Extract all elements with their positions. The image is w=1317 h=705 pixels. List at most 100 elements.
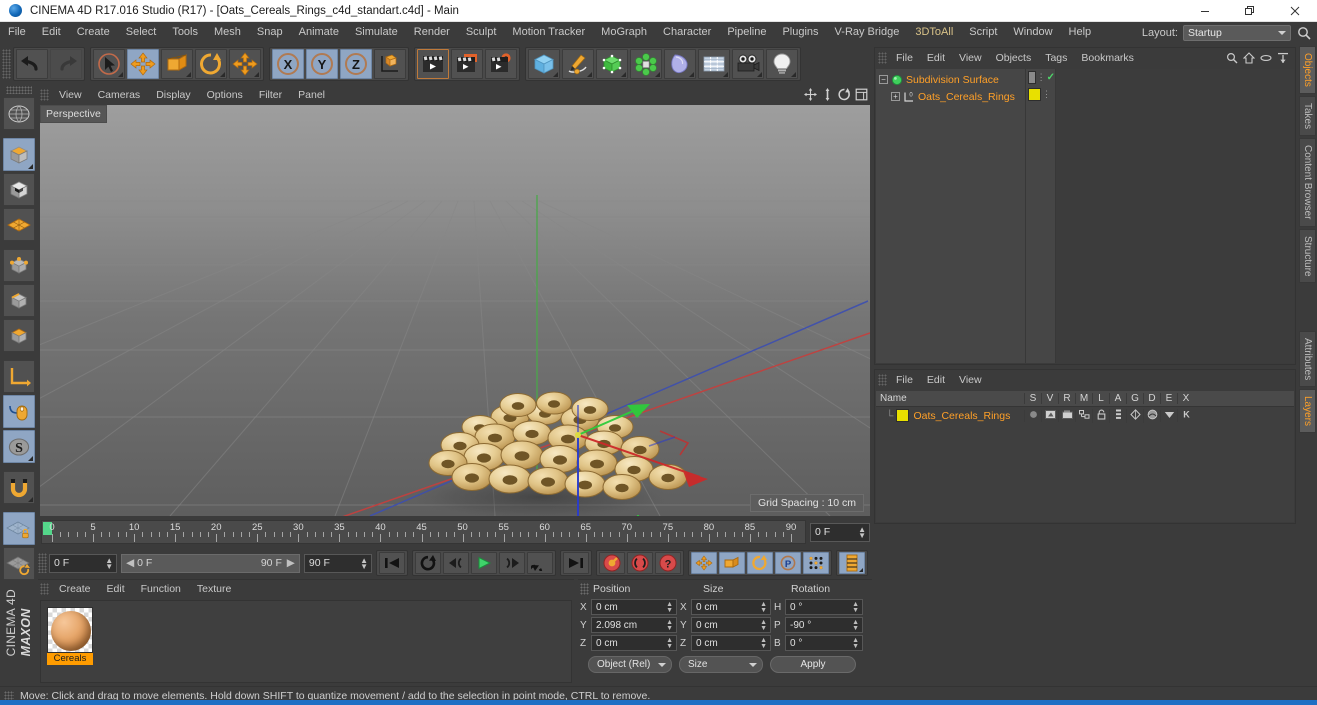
layer-visible-cell[interactable] xyxy=(1041,409,1058,422)
spinner-icon[interactable]: ▲ ▼ xyxy=(666,637,673,650)
menu-vray-bridge[interactable]: V-Ray Bridge xyxy=(827,22,908,43)
position-y-field[interactable]: 2.098 cm ▲ ▼ xyxy=(591,617,677,633)
menu-mesh[interactable]: Mesh xyxy=(206,22,249,43)
spinner-icon[interactable]: ▲ ▼ xyxy=(852,637,859,650)
menu-sculpt[interactable]: Sculpt xyxy=(458,22,505,43)
edge-mode-icon[interactable] xyxy=(3,284,35,317)
object-tree[interactable]: − Subdivision Surface + 0 Oats_Cereals_R… xyxy=(876,69,1294,363)
material-menu-function[interactable]: Function xyxy=(133,580,189,598)
render-view-icon[interactable] xyxy=(417,48,449,79)
tab-objects[interactable]: Objects xyxy=(1299,46,1316,94)
layer-name-cell[interactable]: └ Oats_Cereals_Rings xyxy=(876,409,1024,422)
rotation-h-field[interactable]: 0 ° ▲ ▼ xyxy=(785,599,863,615)
axis-modify-icon[interactable] xyxy=(3,360,35,393)
visibility-check-icon[interactable]: ✓ xyxy=(1047,72,1055,83)
spinner-icon[interactable]: ▲ ▼ xyxy=(760,619,767,632)
layer-menu-view[interactable]: View xyxy=(952,370,989,390)
menu-motion-tracker[interactable]: Motion Tracker xyxy=(504,22,593,43)
deformer-icon[interactable] xyxy=(664,48,696,79)
layer-manager-grip[interactable] xyxy=(878,374,887,386)
layer-render-cell[interactable] xyxy=(1058,409,1075,422)
size-y-field[interactable]: 0 cm ▲ ▼ xyxy=(691,617,771,633)
render-picture-viewer-icon[interactable] xyxy=(451,48,483,79)
undo-icon[interactable] xyxy=(16,48,48,79)
pan-view-icon[interactable] xyxy=(804,88,817,101)
layer-expression-cell[interactable] xyxy=(1160,409,1177,422)
object-menu-tags[interactable]: Tags xyxy=(1038,48,1074,68)
cube-primitive-icon[interactable] xyxy=(528,48,560,79)
go-to-end-icon[interactable] xyxy=(563,552,590,574)
viewport-menu-display[interactable]: Display xyxy=(148,86,198,104)
lock-x-icon[interactable]: X xyxy=(272,48,304,79)
parent-icon[interactable] xyxy=(1260,52,1272,64)
record-keyframe-icon[interactable] xyxy=(599,552,626,574)
spinner-icon[interactable]: ▲ ▼ xyxy=(666,619,673,632)
object-menu-bookmarks[interactable]: Bookmarks xyxy=(1074,48,1141,68)
viewport-menu-view[interactable]: View xyxy=(51,86,90,104)
material-menu-create[interactable]: Create xyxy=(51,580,99,598)
loop-icon[interactable] xyxy=(415,552,442,574)
menu-help[interactable]: Help xyxy=(1061,22,1100,43)
home-icon[interactable] xyxy=(1243,52,1255,64)
range-right-arrow-icon[interactable]: ▶ xyxy=(287,557,295,569)
tab-takes[interactable]: Takes xyxy=(1299,95,1316,137)
viewport-grip[interactable] xyxy=(40,89,49,101)
texture-mode-icon[interactable] xyxy=(3,173,35,206)
menu-select[interactable]: Select xyxy=(118,22,165,43)
workplane-mode-icon[interactable] xyxy=(3,208,35,241)
end-frame-field[interactable]: 90 F ▲ ▼ xyxy=(303,553,373,573)
layer-color-swatch[interactable] xyxy=(896,409,910,422)
viewport-menu-filter[interactable]: Filter xyxy=(251,86,290,104)
expand-collapse-icon[interactable]: − xyxy=(879,75,888,84)
planar-workplane-icon[interactable] xyxy=(3,547,35,580)
layer-menu-edit[interactable]: Edit xyxy=(920,370,952,390)
rotate-view-icon[interactable] xyxy=(838,88,851,101)
spinner-icon[interactable]: ▲ ▼ xyxy=(360,556,368,570)
model-mode-icon[interactable] xyxy=(3,138,35,171)
object-menu-view[interactable]: View xyxy=(952,48,989,68)
viewport-menu-panel[interactable]: Panel xyxy=(290,86,333,104)
menu-snap[interactable]: Snap xyxy=(249,22,291,43)
range-left-arrow-icon[interactable]: ◀ xyxy=(126,557,134,569)
maximize-restore-button[interactable] xyxy=(1227,0,1272,22)
world-object-coord-icon[interactable] xyxy=(374,48,406,79)
layer-solo-cell[interactable] xyxy=(1024,409,1041,422)
lock-z-icon[interactable]: Z xyxy=(340,48,372,79)
coordinate-grip[interactable] xyxy=(580,583,589,595)
menu-character[interactable]: Character xyxy=(655,22,719,43)
layer-animation-cell[interactable] xyxy=(1109,408,1126,423)
menu-window[interactable]: Window xyxy=(1005,22,1060,43)
tab-layers[interactable]: Layers xyxy=(1299,389,1316,434)
spinner-icon[interactable]: ▲ ▼ xyxy=(760,601,767,614)
menu-plugins[interactable]: Plugins xyxy=(774,22,826,43)
light-icon[interactable] xyxy=(766,48,798,79)
layout-dropdown[interactable]: Startup xyxy=(1183,24,1291,41)
workplane-lock-icon[interactable] xyxy=(3,512,35,545)
close-button[interactable] xyxy=(1272,0,1317,22)
toolbar-grip[interactable] xyxy=(2,48,11,79)
layer-manager-cell[interactable] xyxy=(1075,409,1092,422)
move-alt-icon[interactable] xyxy=(229,48,261,79)
material-list[interactable]: Cereals xyxy=(40,600,572,683)
menu-mograph[interactable]: MoGraph xyxy=(593,22,655,43)
magnet-icon[interactable] xyxy=(3,471,35,504)
expand-collapse-icon[interactable]: + xyxy=(891,92,900,101)
playbar-grip[interactable] xyxy=(38,553,47,573)
rotate-tool-icon[interactable] xyxy=(195,48,227,79)
rotation-b-field[interactable]: 0 ° ▲ ▼ xyxy=(785,635,863,651)
search-icon[interactable] xyxy=(1295,24,1313,42)
material-grip[interactable] xyxy=(40,583,49,595)
menu-pipeline[interactable]: Pipeline xyxy=(719,22,774,43)
position-x-field[interactable]: 0 cm ▲ ▼ xyxy=(591,599,677,615)
viewport-menu-cameras[interactable]: Cameras xyxy=(90,86,149,104)
tab-structure[interactable]: Structure xyxy=(1299,228,1316,284)
lock-y-icon[interactable]: Y xyxy=(306,48,338,79)
menu-tools[interactable]: Tools xyxy=(164,22,206,43)
layer-lock-cell[interactable] xyxy=(1092,408,1109,423)
material-menu-texture[interactable]: Texture xyxy=(189,580,239,598)
spinner-icon[interactable]: ▲ ▼ xyxy=(105,556,113,570)
object-manager-empty-area[interactable] xyxy=(1056,69,1294,363)
layer-deformer-cell[interactable] xyxy=(1143,408,1160,423)
spinner-icon[interactable]: ▲ ▼ xyxy=(666,601,673,614)
menu-render[interactable]: Render xyxy=(406,22,458,43)
